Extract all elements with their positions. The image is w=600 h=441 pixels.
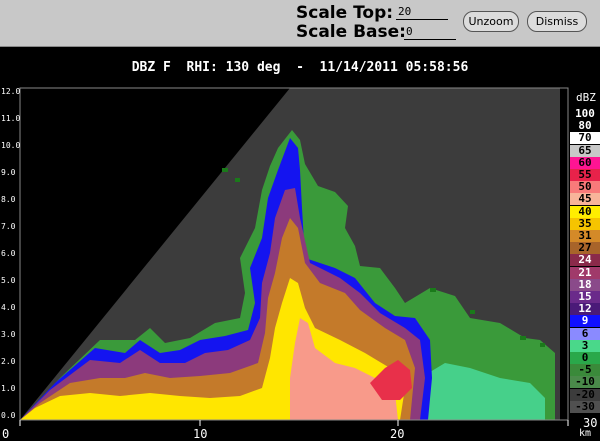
scale-base-label: Scale Base: xyxy=(296,22,406,42)
rhi-plot[interactable] xyxy=(0,78,600,440)
legend-entry: 12 xyxy=(570,303,600,316)
y-tick-label: 4.0 xyxy=(1,303,16,312)
y-tick-label: 1.0 xyxy=(1,384,16,393)
legend-entry: 6 xyxy=(570,327,600,340)
legend-entry: 100 xyxy=(570,108,600,120)
y-tick-label: 7.0 xyxy=(1,222,16,231)
y-tick-label: 3.0 xyxy=(1,330,16,339)
unzoom-button[interactable]: Unzoom xyxy=(463,11,519,32)
x-axis-unit: km xyxy=(579,428,592,439)
plot-title: DBZ F RHI: 130 deg - 11/14/2011 05:58:56 xyxy=(131,60,469,75)
scale-base-input[interactable] xyxy=(404,23,456,40)
y-tick-label: 0.0 xyxy=(1,411,16,420)
legend-entry: 45 xyxy=(570,193,600,206)
x-tick-label: 10 xyxy=(193,427,208,441)
x-tick-label: 20 xyxy=(390,427,405,441)
legend-entry: 60 xyxy=(570,156,600,169)
legend-entry: -10 xyxy=(570,376,600,389)
legend-entry: 31 xyxy=(570,230,600,242)
legend-entry: 70 xyxy=(570,132,600,145)
legend-entry: -20 xyxy=(570,388,600,401)
y-tick-label: 12.0 xyxy=(1,87,21,96)
legend-entry: 35 xyxy=(570,217,600,230)
y-tick-label: 10.0 xyxy=(1,141,21,150)
legend-entry: 40 xyxy=(570,205,600,218)
legend-entry: 9 xyxy=(570,315,600,328)
y-tick-label: 2.0 xyxy=(1,357,16,366)
y-tick-label: 11.0 xyxy=(1,114,21,123)
legend-entry: -5 xyxy=(570,364,600,377)
legend-entry: 3 xyxy=(570,339,600,352)
scale-top-label: Scale Top: xyxy=(296,3,394,23)
y-tick-label: 5.0 xyxy=(1,276,16,285)
dismiss-button[interactable]: Dismiss xyxy=(527,11,587,32)
legend-entry: -30 xyxy=(570,400,600,413)
legend-entry: 18 xyxy=(570,278,600,291)
legend-entry: 27 xyxy=(570,242,600,255)
legend-entry: 24 xyxy=(570,254,600,267)
legend-entry: 0 xyxy=(570,352,600,364)
x-tick-label: 0 xyxy=(2,427,10,441)
legend-entry: 50 xyxy=(570,181,600,194)
axis-ticks xyxy=(19,420,569,426)
toolbar: Scale Top: Scale Base: Unzoom Dismiss xyxy=(0,0,600,47)
legend-entry: 80 xyxy=(570,120,600,133)
legend-entry: 65 xyxy=(570,144,600,157)
scale-top-input[interactable] xyxy=(396,3,448,20)
legend-entry: 55 xyxy=(570,169,600,181)
y-tick-label: 8.0 xyxy=(1,195,16,204)
legend-unit: dBZ xyxy=(576,91,596,104)
legend-entry: 21 xyxy=(570,266,600,279)
legend-entry: 15 xyxy=(570,291,600,303)
y-tick-label: 6.0 xyxy=(1,249,16,258)
y-tick-label: 9.0 xyxy=(1,168,16,177)
